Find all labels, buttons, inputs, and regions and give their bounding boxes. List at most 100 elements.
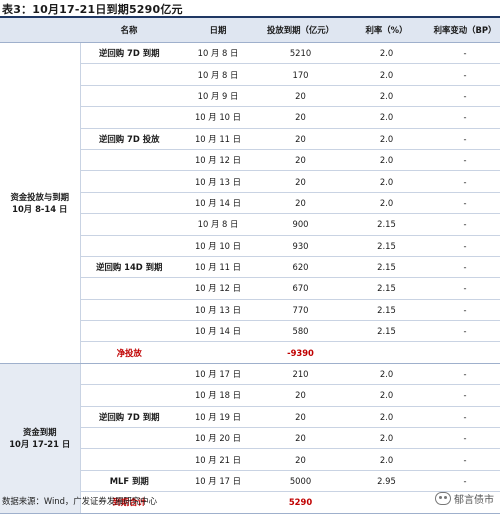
- row-name: [80, 170, 178, 193]
- group-label-line1: 资金到期: [23, 427, 57, 438]
- row-name: 逆回购 7D 到期: [80, 42, 178, 65]
- row-rate: 2.0: [343, 427, 430, 450]
- row-rate-change: -: [430, 256, 500, 279]
- row-name: [80, 363, 178, 386]
- row-name: [80, 277, 178, 300]
- row-rate: 2.0: [343, 42, 430, 65]
- row-name: [80, 235, 178, 257]
- row-name: 逆回购 7D 投放: [80, 128, 178, 150]
- row-name: [80, 192, 178, 215]
- row-amount: 20: [258, 170, 343, 193]
- row-date: 10 月 18 日: [178, 384, 258, 407]
- header-date: 日期: [178, 18, 258, 43]
- blank-cell: [178, 341, 258, 364]
- row-rate: 2.0: [343, 363, 430, 386]
- row-amount: 20: [258, 106, 343, 129]
- row-name: [80, 427, 178, 450]
- row-rate-change: -: [430, 406, 500, 429]
- row-rate-change: -: [430, 448, 500, 471]
- row-date: 10 月 14 日: [178, 320, 258, 343]
- row-rate: 2.0: [343, 170, 430, 193]
- row-rate-change: -: [430, 277, 500, 300]
- row-amount: 5210: [258, 42, 343, 65]
- group-label-line2: 10月 8-14 日: [12, 203, 68, 214]
- blank-cell: [430, 341, 500, 364]
- row-rate: 2.0: [343, 406, 430, 429]
- row-date: 10 月 14 日: [178, 192, 258, 215]
- row-amount: 20: [258, 192, 343, 215]
- net-label: 净投放: [80, 341, 178, 364]
- row-date: 10 月 12 日: [178, 277, 258, 300]
- row-amount: 770: [258, 299, 343, 322]
- source-note: 数据来源：Wind，广发证券发展研究中心: [2, 496, 158, 506]
- row-date: 10 月 8 日: [178, 63, 258, 86]
- row-date: 10 月 8 日: [178, 42, 258, 65]
- row-amount: 5000: [258, 470, 343, 493]
- row-rate-change: -: [430, 363, 500, 386]
- blank-cell: [343, 341, 430, 364]
- table-row: 资金到期 10月 17-21 日 10 月 17 日 210 2.0-: [0, 363, 500, 514]
- row-amount: 20: [258, 406, 343, 429]
- row-rate: 2.0: [343, 149, 430, 172]
- row-rate-change: -: [430, 470, 500, 493]
- row-rate: 2.0: [343, 384, 430, 407]
- row-amount: 20: [258, 384, 343, 407]
- row-amount: 20: [258, 85, 343, 108]
- group-label: 资金投放与到期 10月 8-14 日: [0, 42, 81, 364]
- row-date: 10 月 20 日: [178, 427, 258, 450]
- header-rate: 利率（%）: [343, 18, 430, 43]
- row-rate: 2.0: [343, 128, 430, 150]
- wechat-icon: [435, 492, 451, 505]
- row-date: 10 月 10 日: [178, 235, 258, 257]
- row-date: 10 月 11 日: [178, 256, 258, 279]
- row-date: 10 月 17 日: [178, 470, 258, 493]
- row-amount: 620: [258, 256, 343, 279]
- row-name: [80, 448, 178, 471]
- row-amount: 930: [258, 235, 343, 257]
- row-date: 10 月 11 日: [178, 128, 258, 150]
- row-name: [80, 384, 178, 407]
- row-rate: 2.0: [343, 192, 430, 215]
- row-rate: 2.15: [343, 299, 430, 322]
- row-rate-change: -: [430, 85, 500, 108]
- group-label-line1: 资金投放与到期: [10, 191, 70, 202]
- row-rate-change: -: [430, 128, 500, 150]
- row-rate-change: -: [430, 299, 500, 322]
- row-rate-change: -: [430, 235, 500, 257]
- row-date: 10 月 19 日: [178, 406, 258, 429]
- row-name: MLF 到期: [80, 470, 178, 493]
- table-title: 表3：10月17-21日到期5290亿元: [2, 3, 183, 16]
- table-row: 资金投放与到期 10月 8-14 日逆回购 7D 到期 10 月 8 日 5210 2.…: [0, 42, 500, 364]
- row-amount: 210: [258, 363, 343, 386]
- row-amount: 900: [258, 213, 343, 236]
- header-row: 名称 日期 投放到期（亿元） 利率（%） 利率变动（BP）: [0, 18, 500, 43]
- row-rate-change: -: [430, 106, 500, 129]
- row-rate: 2.0: [343, 63, 430, 86]
- header-amount: 投放到期（亿元）: [258, 18, 343, 43]
- header-rate-change: 利率变动（BP）: [430, 18, 500, 43]
- group-label-line2: 10月 17-21 日: [9, 439, 71, 450]
- liquidity-table: 名称 日期 投放到期（亿元） 利率（%） 利率变动（BP） 资金投放与到期 10月…: [0, 18, 500, 514]
- row-date: 10 月 12 日: [178, 149, 258, 172]
- row-rate-change: -: [430, 170, 500, 193]
- row-name: [80, 85, 178, 108]
- row-name: [80, 149, 178, 172]
- row-name: [80, 299, 178, 322]
- row-rate: 2.15: [343, 235, 430, 257]
- watermark-text: 郁言债市: [454, 495, 494, 506]
- net-amount: -9390: [258, 341, 343, 364]
- row-rate: 2.0: [343, 106, 430, 129]
- row-name: [80, 106, 178, 129]
- row-rate: 2.0: [343, 448, 430, 471]
- row-name: 逆回购 14D 到期: [80, 256, 178, 279]
- group-label: 资金到期 10月 17-21 日: [0, 363, 81, 514]
- row-amount: 20: [258, 149, 343, 172]
- row-amount: 20: [258, 448, 343, 471]
- row-rate-change: -: [430, 320, 500, 343]
- row-name: 逆回购 7D 到期: [80, 406, 178, 429]
- row-rate-change: -: [430, 63, 500, 86]
- row-date: 10 月 13 日: [178, 299, 258, 322]
- watermark: 郁言债市: [435, 491, 494, 506]
- row-date: 10 月 8 日: [178, 213, 258, 236]
- row-rate: 2.15: [343, 320, 430, 343]
